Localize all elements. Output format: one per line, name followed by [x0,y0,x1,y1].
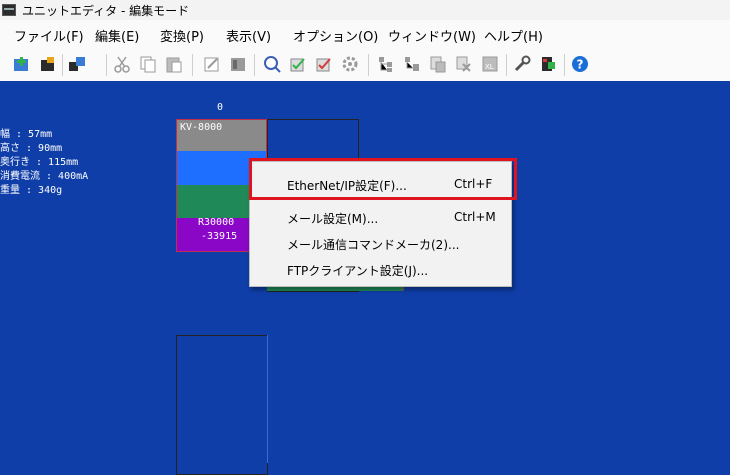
title-bar: ユニットエディタ - 編集モード [0,0,730,20]
menu-item-mail-command-maker[interactable]: メール通信コマンドメーカ(2)... [251,230,510,256]
menu-convert[interactable]: 変換(P) [160,26,204,45]
menu-help[interactable]: ヘルプ(H) [484,26,543,45]
slot-divider-lower [267,335,268,463]
menu-file[interactable]: ファイル(F) [14,26,84,45]
unit-list-icon[interactable] [228,54,248,74]
toolbar-separator [106,54,107,76]
copy-icon[interactable] [138,54,158,74]
xl-export-icon[interactable]: XL [480,54,500,74]
toolbar-separator [254,54,255,76]
toolbar: XL ? [0,48,730,82]
copy-config-icon[interactable] [428,54,448,74]
menu-item-label: メール通信コマンドメーカ(2)... [287,238,460,252]
menu-edit[interactable]: 編集(E) [95,26,139,45]
menu-view[interactable]: 表示(V) [226,26,271,45]
highlight-annotation [249,158,517,200]
svg-text:?: ? [577,58,584,72]
cut-icon[interactable] [112,54,132,74]
spec-depth: 奥行き : 115mm [0,157,79,168]
tree-icon[interactable] [376,54,396,74]
app-window-icon [2,4,16,16]
settings-gear-icon[interactable] [340,54,360,74]
device-icon[interactable] [538,54,558,74]
menu-bar: ファイル(F) 編集(E) 変換(P) 表示(V) オプション(O) ウィンドウ… [0,20,730,48]
menu-item-mail-settings[interactable]: メール設定(M)... Ctrl+M [251,204,510,230]
menu-window[interactable]: ウィンドウ(W) [388,26,476,45]
slot-green-strip [267,287,404,291]
help-icon[interactable]: ? [570,54,590,74]
delete-config-icon[interactable] [454,54,474,74]
search-icon[interactable] [262,54,282,74]
transfer-icon[interactable] [67,54,87,74]
toolbar-separator [506,54,507,76]
toolbar-separator [564,54,565,76]
menu-item-label: メール設定(M)... [287,212,379,226]
menu-item-label: FTPクライアント設定(J)... [287,264,429,278]
slot-number: 0 [217,102,224,113]
menu-item-ftp-client[interactable]: FTPクライアント設定(J)... [251,256,510,282]
spec-width: 幅 : 57mm [0,129,53,140]
tree-config-icon[interactable] [402,54,422,74]
toolbar-separator [192,54,193,76]
svg-text:XL: XL [485,63,494,71]
spec-current: 消費電流 : 400mA [0,171,89,182]
spec-height: 高さ : 90mm [0,143,63,154]
menu-options[interactable]: オプション(O) [293,26,378,45]
check-icon[interactable] [288,54,308,74]
window-title: ユニットエディタ - 編集モード [22,4,190,18]
wrench-icon[interactable] [512,54,532,74]
paste-icon[interactable] [164,54,184,74]
insert-unit-icon[interactable] [12,54,32,74]
edit-unit-icon[interactable] [38,54,58,74]
edit-icon[interactable] [202,54,222,74]
toolbar-separator [368,54,369,76]
spec-weight: 重量 : 340g [0,185,63,196]
menu-item-shortcut: Ctrl+M [454,210,496,224]
verify-icon[interactable] [314,54,334,74]
toolbar-separator [62,54,63,76]
slot-outline-lower [176,335,268,475]
